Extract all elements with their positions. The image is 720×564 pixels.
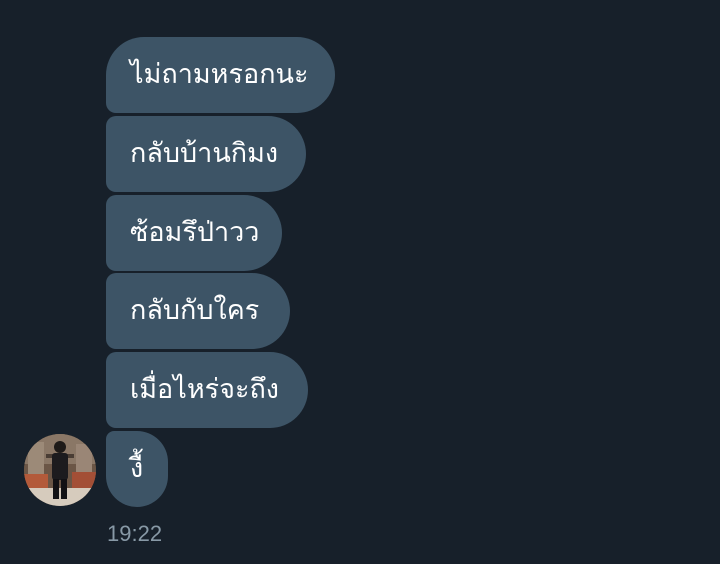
message-bubble[interactable]: กลับบ้านกิมง xyxy=(106,116,306,192)
sender-avatar[interactable] xyxy=(24,434,96,506)
message-bubble[interactable]: ไม่ถามหรอกนะ xyxy=(106,37,335,113)
message-bubble[interactable]: กลับกับใคร xyxy=(106,273,290,349)
message-bubble[interactable]: ซ้อมรึป่าวว xyxy=(106,195,282,271)
message-thread: ไม่ถามหรอกนะ กลับบ้านกิมง ซ้อมรึป่าวว กล… xyxy=(0,0,720,564)
message-bubble[interactable]: งื้ xyxy=(106,431,168,507)
message-bubble[interactable]: เมื่อไหร่จะถึง xyxy=(106,352,308,428)
message-timestamp: 19:22 xyxy=(107,521,163,546)
avatar-photo xyxy=(24,434,96,506)
